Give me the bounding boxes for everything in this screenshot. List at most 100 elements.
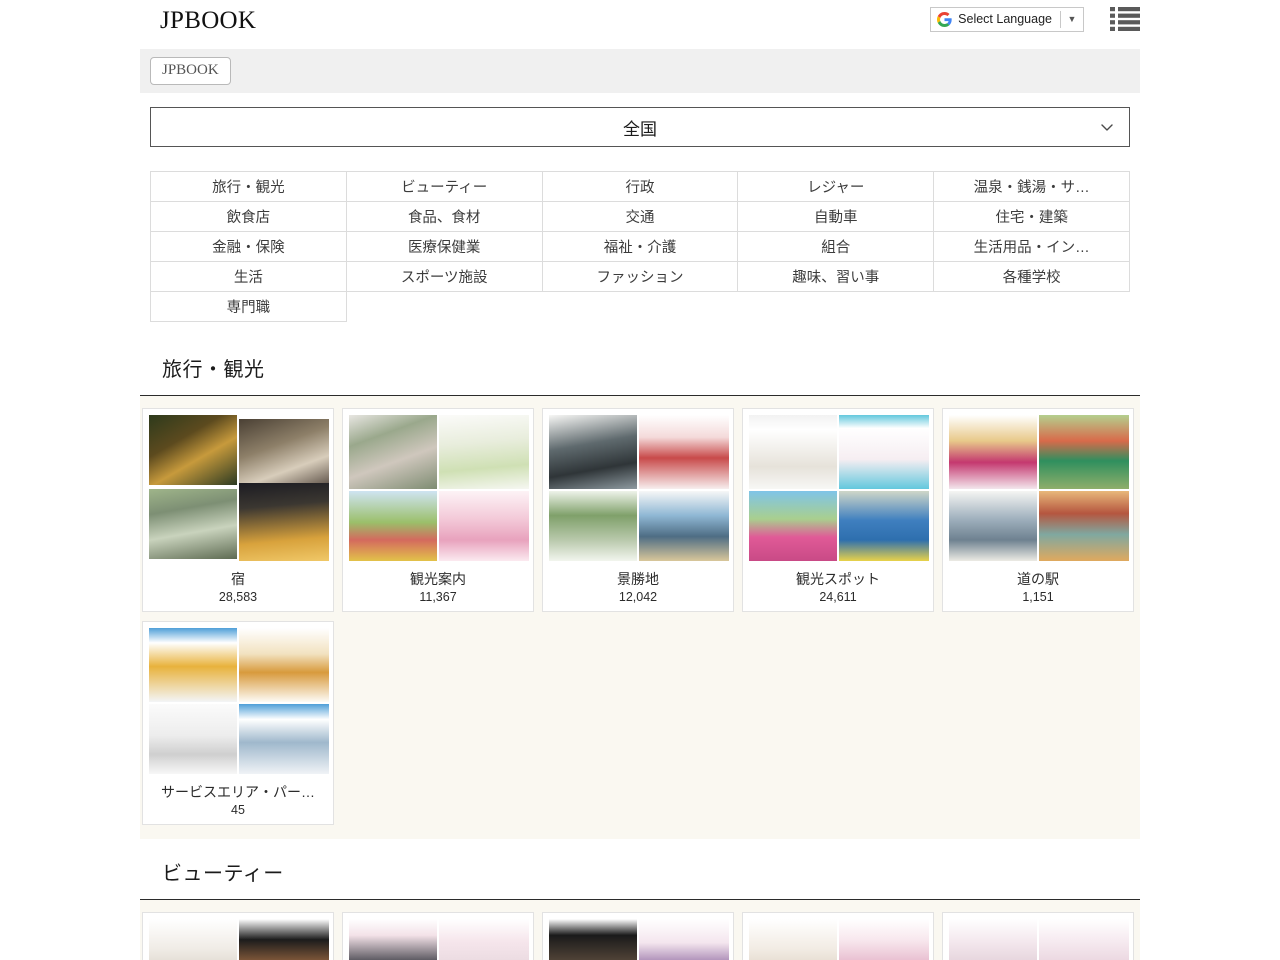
thumbnail-image (239, 704, 329, 774)
thumbnail-image (149, 628, 237, 702)
translate-caret-icon[interactable]: ▼ (1061, 14, 1083, 24)
list-item[interactable] (142, 912, 334, 960)
section-body (140, 900, 1140, 960)
card-count: 1,151 (947, 587, 1129, 611)
thumbnail-image (439, 491, 529, 561)
breadcrumb-item-jpbook[interactable]: JPBOOK (150, 57, 231, 85)
category-cell[interactable]: 温泉・銭湯・サ… (934, 172, 1130, 202)
card-label: 観光スポット (747, 563, 929, 587)
google-translate-widget[interactable]: Select Language ▼ (930, 7, 1084, 32)
thumbnail-image (149, 489, 237, 559)
list-item[interactable]: サービスエリア・パー… 45 (142, 621, 334, 825)
thumbnail-image (639, 415, 729, 489)
thumbnail-image (239, 483, 329, 561)
header-actions: Select Language ▼ (930, 6, 1140, 32)
thumbnail-image (239, 919, 329, 960)
card-row (140, 912, 1140, 960)
table-row: 生活 スポーツ施設 ファッション 趣味、習い事 各種学校 (151, 262, 1130, 292)
category-cell[interactable]: 福祉・介護 (542, 232, 738, 262)
category-cell[interactable]: 金融・保険 (151, 232, 347, 262)
category-cell[interactable]: 趣味、習い事 (738, 262, 934, 292)
thumbnail-image (639, 919, 729, 960)
category-cell[interactable]: 食品、食材 (346, 202, 542, 232)
thumbnail-image (549, 415, 637, 489)
site-logo[interactable]: JPBOOK (160, 6, 256, 36)
region-select[interactable]: 全国 (150, 107, 1130, 147)
category-cell[interactable]: レジャー (738, 172, 934, 202)
section-header: ビューティー (140, 843, 1140, 900)
thumbnail-image (1039, 919, 1129, 960)
category-cell-empty (934, 292, 1130, 322)
thumbnail-image (1039, 415, 1129, 489)
list-item[interactable]: 景勝地 12,042 (542, 408, 734, 612)
card-thumbnail-grid (347, 413, 531, 563)
list-item[interactable] (742, 912, 934, 960)
card-row: サービスエリア・パー… 45 (140, 621, 1140, 825)
category-cell[interactable]: 生活 (151, 262, 347, 292)
category-cell[interactable]: 住宅・建築 (934, 202, 1130, 232)
section-travel: 旅行・観光 宿 28,583 (140, 339, 1140, 839)
list-item[interactable] (942, 912, 1134, 960)
card-label: 道の駅 (947, 563, 1129, 587)
thumbnail-image (749, 491, 837, 561)
chevron-down-icon (1099, 119, 1115, 135)
table-row: 旅行・観光 ビューティー 行政 レジャー 温泉・銭湯・サ… (151, 172, 1130, 202)
category-cell[interactable]: 専門職 (151, 292, 347, 322)
thumbnail-image (349, 491, 437, 561)
list-item[interactable]: 観光案内 11,367 (342, 408, 534, 612)
card-thumbnail-grid (547, 413, 731, 563)
section-header: 旅行・観光 (140, 339, 1140, 396)
list-item[interactable] (342, 912, 534, 960)
category-cell[interactable]: 各種学校 (934, 262, 1130, 292)
thumbnail-image (839, 919, 929, 960)
card-count: 24,611 (747, 587, 929, 611)
thumbnail-image (349, 919, 437, 960)
category-table-body: 旅行・観光 ビューティー 行政 レジャー 温泉・銭湯・サ… 飲食店 食品、食材 … (151, 172, 1130, 322)
category-cell[interactable]: 組合 (738, 232, 934, 262)
page-title: ビューティー (162, 857, 284, 886)
category-cell-empty (738, 292, 934, 322)
page-root: JPBOOK Select Language ▼ (0, 0, 1280, 960)
thumbnail-image (149, 415, 237, 485)
thumbnail-image (639, 491, 729, 561)
category-cell[interactable]: 自動車 (738, 202, 934, 232)
card-label: 景勝地 (547, 563, 729, 587)
category-cell[interactable]: 医療保健業 (346, 232, 542, 262)
google-g-icon (937, 12, 952, 27)
th-list-icon[interactable] (1110, 6, 1140, 32)
card-thumbnail-grid (547, 917, 731, 960)
thumbnail-image (149, 704, 237, 774)
category-cell[interactable]: 生活用品・イン… (934, 232, 1130, 262)
category-cell[interactable]: 行政 (542, 172, 738, 202)
card-thumbnail-grid (147, 917, 331, 960)
thumbnail-image (949, 919, 1037, 960)
category-cell[interactable]: スポーツ施設 (346, 262, 542, 292)
category-cell[interactable]: 旅行・観光 (151, 172, 347, 202)
list-item[interactable]: 道の駅 1,151 (942, 408, 1134, 612)
list-item[interactable] (542, 912, 734, 960)
thumbnail-image (839, 491, 929, 561)
card-count: 28,583 (147, 587, 329, 611)
thumbnail-image (549, 919, 637, 960)
category-cell[interactable]: ファッション (542, 262, 738, 292)
thumbnail-image (149, 919, 237, 960)
thumbnail-image (439, 415, 529, 489)
site-header: JPBOOK Select Language ▼ (0, 0, 1280, 44)
category-cell-empty (346, 292, 542, 322)
list-item[interactable]: 観光スポット 24,611 (742, 408, 934, 612)
page-title: 旅行・観光 (162, 353, 265, 382)
list-item[interactable]: 宿 28,583 (142, 408, 334, 612)
thumbnail-image (839, 415, 929, 489)
breadcrumb: JPBOOK (140, 49, 1140, 93)
card-thumbnail-grid (747, 413, 931, 563)
category-cell[interactable]: ビューティー (346, 172, 542, 202)
card-thumbnail-grid (347, 917, 531, 960)
card-label: 宿 (147, 563, 329, 587)
thumbnail-image (949, 415, 1037, 489)
thumbnail-image (439, 919, 529, 960)
category-cell[interactable]: 交通 (542, 202, 738, 232)
card-thumbnail-grid (947, 413, 1131, 563)
card-label: 観光案内 (347, 563, 529, 587)
thumbnail-image (949, 491, 1037, 561)
category-cell[interactable]: 飲食店 (151, 202, 347, 232)
